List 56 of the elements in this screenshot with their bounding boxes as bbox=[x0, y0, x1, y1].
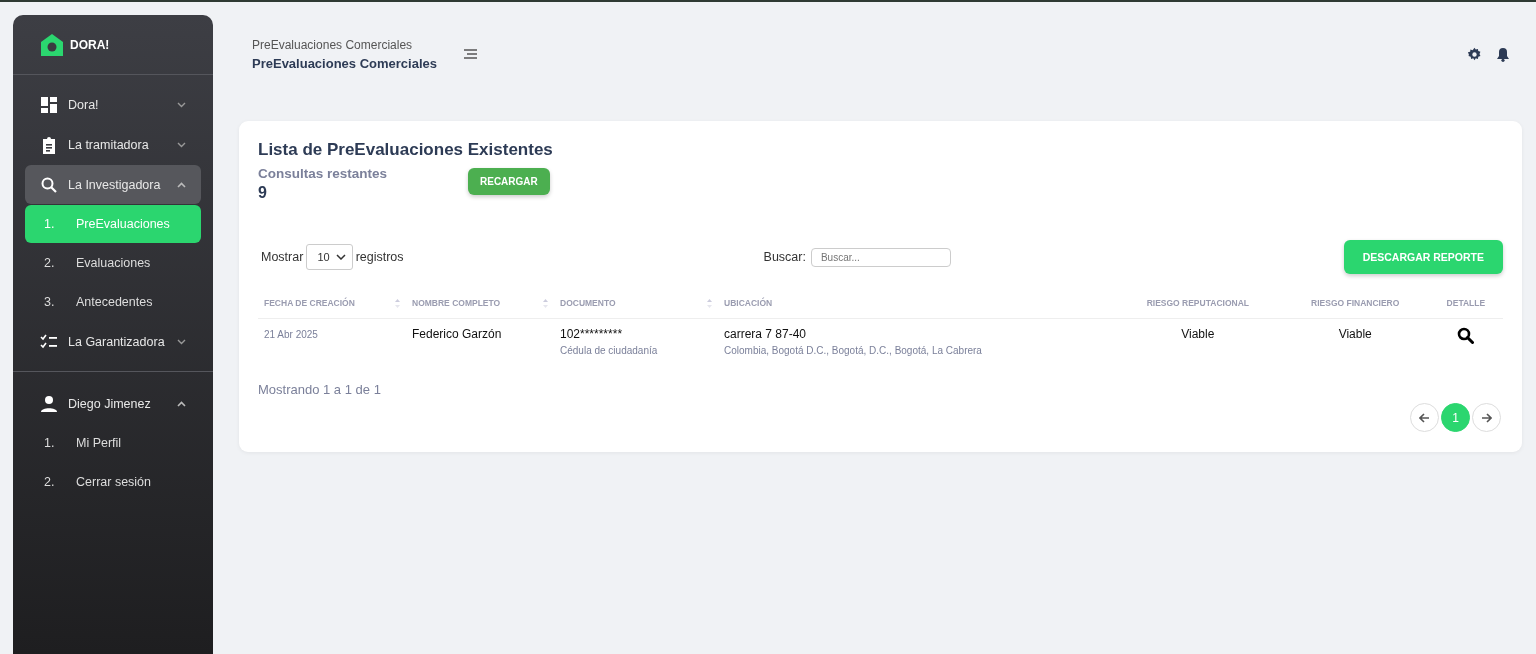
show-label: Mostrar bbox=[261, 250, 304, 264]
menu-button[interactable] bbox=[461, 47, 480, 61]
table-cell: Viable bbox=[1181, 327, 1215, 341]
arrow-right-icon bbox=[1481, 412, 1492, 423]
chevron-down-icon bbox=[177, 338, 186, 345]
chevron-down-icon bbox=[177, 101, 186, 108]
clipboard-icon bbox=[40, 135, 58, 154]
settings-icon[interactable] bbox=[1467, 46, 1482, 62]
remaining-label: Consultas restantes bbox=[258, 166, 389, 181]
checklist-icon bbox=[40, 332, 58, 351]
results-summary: Mostrando 1 a 1 de 1 bbox=[258, 382, 382, 397]
column-header: RIESGO REPUTACIONAL bbox=[1113, 298, 1282, 319]
search-icon[interactable] bbox=[1457, 327, 1475, 344]
submenu-item[interactable]: 3. Antecedentes bbox=[25, 283, 201, 321]
column-header: UBICACIÓN bbox=[718, 298, 1114, 319]
table-cell-text: Colombia, Bogotá D.C., Bogotá, D.C., Bogotá, La Cabrera bbox=[724, 345, 983, 356]
breadcrumb: PreEvaluaciones Comerciales bbox=[252, 37, 414, 52]
table-cell-text: carrera 7 87-40 bbox=[724, 327, 808, 341]
nav-item[interactable]: La Garantizadora bbox=[25, 322, 201, 361]
remaining-count: 9 bbox=[258, 184, 268, 202]
search-label: Buscar: bbox=[763, 250, 806, 264]
page-title: PreEvaluaciones Comerciales bbox=[252, 55, 437, 71]
chevron-down-icon bbox=[177, 141, 186, 148]
nav-item[interactable]: Dora! bbox=[25, 85, 201, 124]
previous-page-button[interactable] bbox=[1410, 403, 1439, 432]
sort-icon bbox=[395, 298, 400, 308]
search-icon bbox=[40, 175, 58, 194]
brand-name: DORA! bbox=[70, 38, 110, 52]
card-title: Lista de PreEvaluaciones Existentes bbox=[258, 140, 554, 160]
arrow-left-icon bbox=[1419, 412, 1430, 423]
next-page-button[interactable] bbox=[1472, 403, 1501, 432]
nav-item[interactable]: Diego Jimenez bbox=[25, 384, 201, 423]
records-label: registros bbox=[355, 250, 404, 264]
nav-item[interactable]: La tramitadora bbox=[25, 125, 201, 164]
table-cell-text: 102********* bbox=[560, 327, 624, 341]
chevron-down-icon bbox=[335, 254, 346, 260]
page-size-select[interactable]: 10 bbox=[306, 244, 353, 270]
table-cell: 21 Abr 2025 bbox=[264, 329, 318, 340]
table-cell-text: Cédula de ciudadanía bbox=[560, 345, 659, 356]
table-cell: Viable bbox=[1338, 327, 1372, 341]
sort-icon bbox=[707, 298, 712, 308]
submenu-item[interactable]: 1. Mi Perfil bbox=[25, 424, 201, 462]
logo-icon bbox=[40, 33, 64, 57]
nav-item[interactable]: La Investigadora bbox=[25, 165, 201, 204]
notification-bell-icon[interactable] bbox=[1496, 46, 1510, 62]
search-field[interactable]: Buscar... bbox=[810, 247, 951, 267]
chevron-up-icon bbox=[177, 400, 186, 407]
dashboard-icon bbox=[40, 95, 58, 114]
submenu-item[interactable]: 2. Cerrar sesión bbox=[25, 463, 201, 501]
chevron-up-icon bbox=[177, 181, 186, 188]
column-header: DETALLE bbox=[1428, 298, 1503, 319]
submenu-item[interactable]: 2. Evaluaciones bbox=[25, 244, 201, 282]
sort-icon bbox=[543, 298, 548, 308]
table-cell: Federico Garzón bbox=[412, 327, 502, 341]
user-icon bbox=[40, 394, 58, 413]
column-header: RIESGO FINANCIERO bbox=[1281, 298, 1429, 319]
